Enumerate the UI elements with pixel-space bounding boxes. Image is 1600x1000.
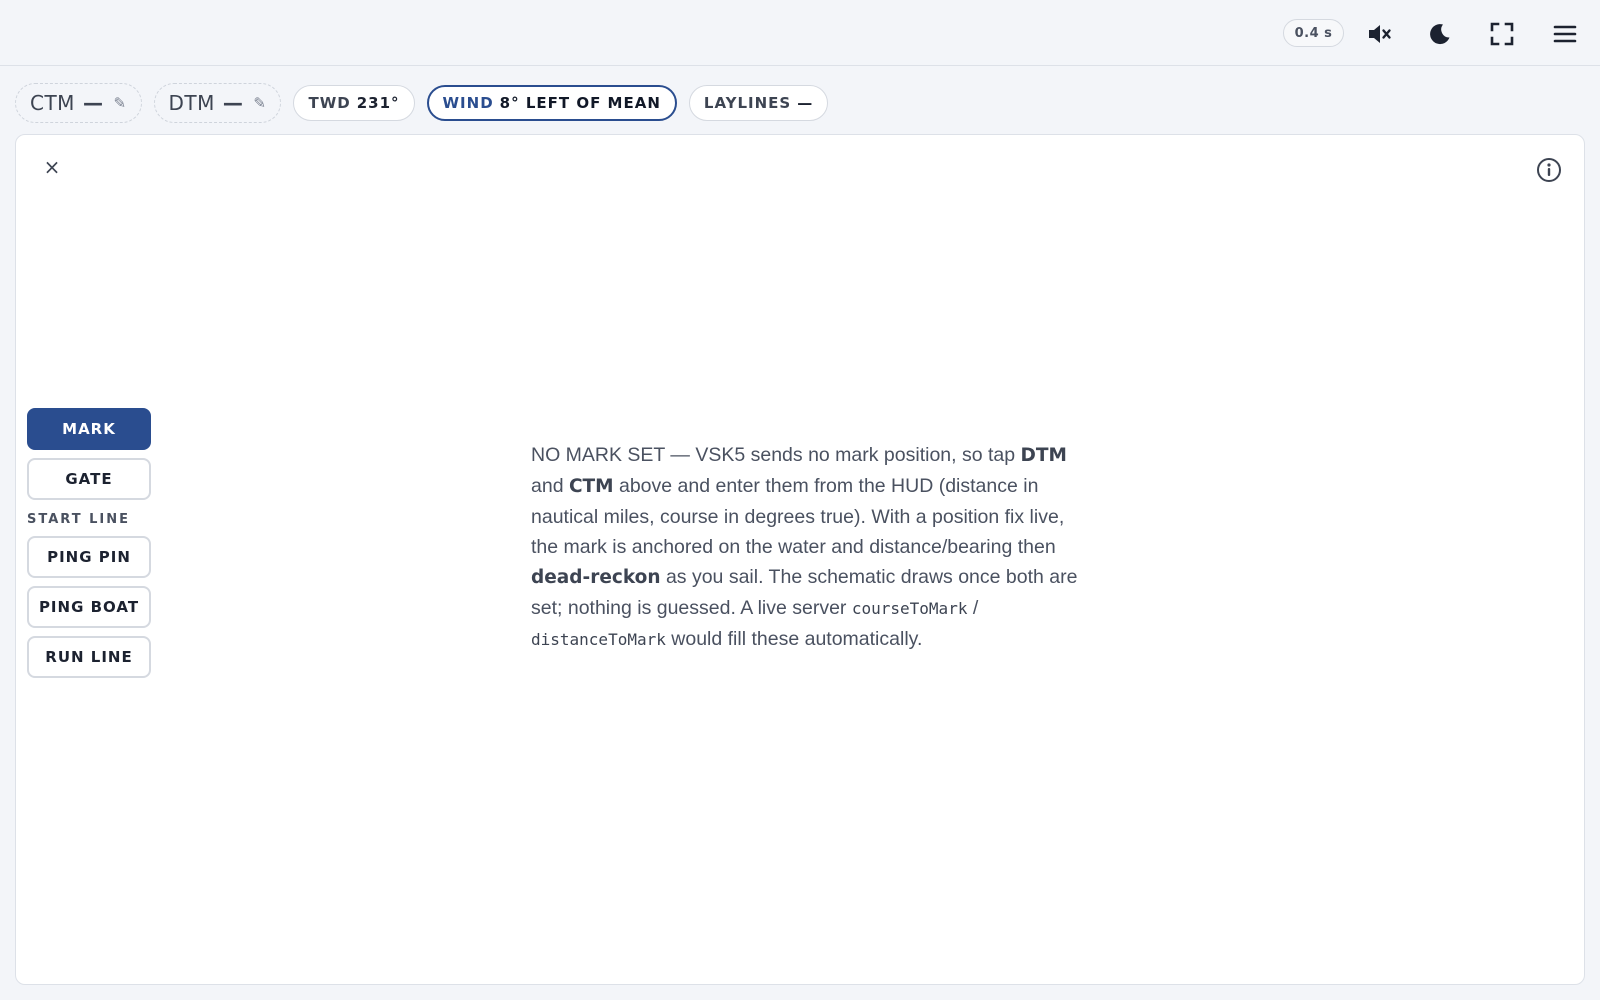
laylines-chip[interactable]: LAYLINES — <box>688 85 829 121</box>
mark-button[interactable]: MARK <box>27 408 151 450</box>
twd-chip: TWD 231° <box>293 85 415 121</box>
twd-value: 231° <box>356 94 400 112</box>
latency-badge: 0.4 s <box>1283 19 1344 47</box>
top-bar: 0.4 s <box>0 0 1600 66</box>
moon-icon[interactable] <box>1422 16 1458 52</box>
twd-label: TWD <box>308 94 351 112</box>
ping-boat-button[interactable]: PING BOAT <box>27 586 151 628</box>
fullscreen-icon[interactable] <box>1484 16 1520 52</box>
wind-shift-chip: WIND 8° LEFT OF MEAN <box>426 85 677 121</box>
no-mark-message: NO MARK SET — VSK5 sends no mark positio… <box>531 440 1081 655</box>
message-code-course: courseToMark <box>851 599 968 618</box>
message-text: NO MARK SET — VSK5 sends no mark positio… <box>531 444 1021 466</box>
wind-label: WIND <box>442 94 494 112</box>
wind-value: 8° LEFT OF MEAN <box>499 94 661 112</box>
ctm-value: — <box>82 91 104 115</box>
mark-panel: × MARK GATE START LINE PING PIN PING BOA… <box>15 134 1585 985</box>
message-text: would fill these automatically. <box>665 628 923 650</box>
ctm-chip[interactable]: CTM — ✎ <box>15 83 142 123</box>
message-code-distance: distanceToMark <box>531 630 666 649</box>
speaker-muted-icon[interactable] <box>1362 16 1398 52</box>
mode-sidebar: MARK GATE START LINE PING PIN PING BOAT … <box>27 408 151 686</box>
info-icon[interactable] <box>1534 155 1564 185</box>
laylines-value: — <box>797 94 814 112</box>
dtm-chip[interactable]: DTM — ✎ <box>153 83 282 123</box>
run-line-button[interactable]: RUN LINE <box>27 636 151 678</box>
hamburger-menu-icon[interactable] <box>1547 16 1583 52</box>
status-chips: CTM — ✎ DTM — ✎ TWD 231° WIND 8° LEFT OF… <box>15 83 829 123</box>
laylines-label: LAYLINES <box>703 94 792 112</box>
dtm-label: DTM <box>168 91 215 115</box>
message-dead-reckon: dead-reckon <box>531 567 661 588</box>
start-line-heading: START LINE <box>27 512 130 527</box>
ping-pin-button[interactable]: PING PIN <box>27 536 151 578</box>
message-text: / <box>967 597 979 619</box>
message-dtm: DTM <box>1020 445 1067 466</box>
close-icon[interactable]: × <box>40 155 64 179</box>
ctm-label: CTM <box>30 91 75 115</box>
pencil-icon: ✎ <box>113 94 127 112</box>
message-text: and <box>531 475 569 497</box>
message-ctm: CTM <box>568 476 614 497</box>
gate-button[interactable]: GATE <box>27 458 151 500</box>
pencil-icon: ✎ <box>253 94 267 112</box>
dtm-value: — <box>222 91 244 115</box>
